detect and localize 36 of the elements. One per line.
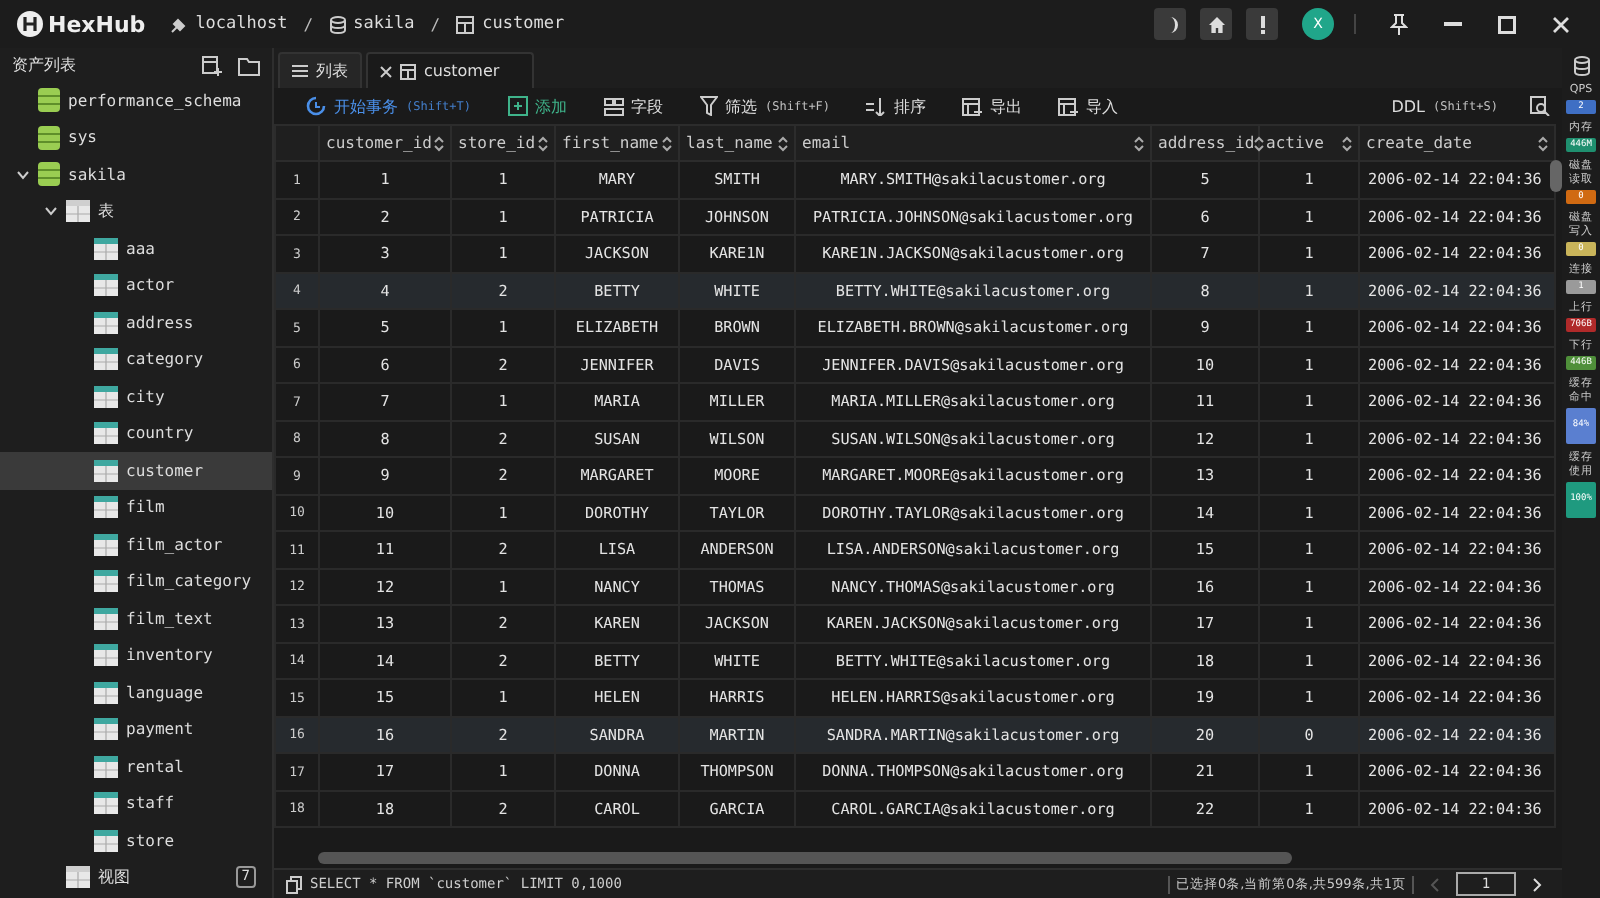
tree-item[interactable]: language (0, 674, 272, 711)
breadcrumb-link[interactable]: customer (482, 14, 565, 34)
breadcrumb-link[interactable]: sakila (353, 14, 415, 34)
tree-item[interactable]: staff (0, 785, 272, 822)
tab[interactable]: 列表 (278, 52, 362, 88)
tree-item[interactable]: film_actor (0, 526, 272, 563)
tree-item[interactable]: country (0, 415, 272, 452)
tree-item[interactable]: film_text (0, 600, 272, 637)
tree-item[interactable]: rental (0, 748, 272, 785)
breadcrumb-separator: / (303, 15, 314, 33)
tree-item[interactable]: film (0, 489, 272, 526)
tree-item[interactable]: aaa (0, 230, 272, 267)
tree-item[interactable]: sys (0, 119, 272, 156)
sidebar-title: 资产列表 (12, 54, 78, 76)
tree-item[interactable]: actor (0, 267, 272, 304)
toolbar-button[interactable]: 排序 (854, 95, 939, 117)
column-header[interactable]: email (802, 134, 851, 152)
toolbar-button[interactable]: 字段 (591, 95, 676, 117)
app-name: HexHub (48, 11, 146, 37)
breadcrumb-link[interactable]: localhost (195, 14, 288, 34)
tree-item[interactable]: address (0, 304, 272, 341)
toolbar-button[interactable]: 导出 (950, 95, 1035, 117)
tree-item[interactable]: customer (0, 452, 272, 489)
tree-item[interactable]: city (0, 378, 272, 415)
tree-item[interactable]: sakila (0, 156, 272, 193)
tree-item[interactable]: inventory (0, 637, 272, 674)
tree-item[interactable]: payment (0, 711, 272, 748)
tree-item[interactable]: category (0, 341, 272, 378)
breadcrumb-separator: / (430, 15, 441, 33)
tree-item[interactable]: store (0, 822, 272, 859)
tab[interactable]: customer (366, 52, 534, 88)
tree-item[interactable]: 表 (0, 193, 272, 230)
toolbar-button[interactable]: 导入 (1046, 95, 1131, 117)
toolbar-button[interactable]: 添加 (495, 95, 580, 117)
tree-item[interactable]: performance_schema (0, 82, 272, 119)
tree-item[interactable]: film_category (0, 563, 272, 600)
